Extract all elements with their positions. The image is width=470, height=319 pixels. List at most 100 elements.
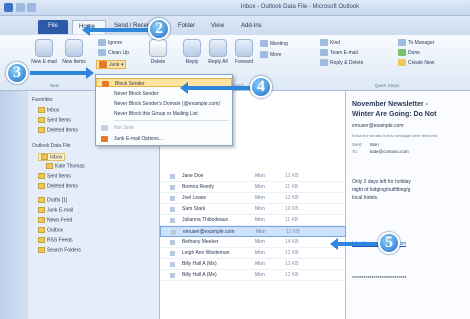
quickstep-done[interactable]: Done bbox=[398, 49, 420, 56]
menu-junk-options[interactable]: Junk E-mail Options... bbox=[96, 134, 232, 143]
folder-label: RSS Feeds bbox=[47, 237, 73, 244]
menu-item-label: Never Block Sender's Domain (@example.co… bbox=[114, 101, 221, 107]
message-size: 11 KB bbox=[285, 217, 299, 223]
junk-button[interactable]: Junk ▾ bbox=[96, 60, 127, 69]
new-items-icon bbox=[65, 39, 83, 57]
callout-arrowhead-5 bbox=[330, 238, 338, 250]
outlook-logo-icon bbox=[4, 3, 13, 12]
tab-file[interactable]: File bbox=[38, 20, 68, 34]
envelope-icon bbox=[170, 273, 175, 278]
favorite-deleted-items[interactable]: Deleted Items bbox=[38, 127, 78, 133]
folder-deleted-items[interactable]: Deleted Items bbox=[38, 183, 78, 189]
folder-label: News Feed bbox=[47, 217, 73, 224]
menu-item-label: Never Block this Group or Mailing List bbox=[114, 111, 198, 117]
message-row-selected[interactable]: emuser@example.com Mon 12 KB bbox=[160, 226, 346, 237]
folder-icon bbox=[46, 163, 53, 169]
folder-news-feed[interactable]: News Feed bbox=[38, 217, 72, 223]
folder-icon bbox=[38, 227, 45, 233]
message-row[interactable]: Jane Doe Mon 12 KB bbox=[160, 171, 346, 182]
quickstep-team-email[interactable]: Team E-mail bbox=[320, 49, 358, 56]
delete-button[interactable]: Delete bbox=[145, 39, 171, 65]
folder-label: Kate Thomas bbox=[55, 163, 85, 170]
folder-icon bbox=[38, 183, 45, 189]
folder-sent-items[interactable]: Sent Items bbox=[38, 173, 71, 179]
message-size: 13 KB bbox=[285, 195, 299, 201]
message-row[interactable]: Joel Lease Mon 13 KB bbox=[160, 193, 346, 204]
message-from: Leigh Ann Wiedeman bbox=[182, 250, 230, 256]
group-label-quick-steps: Quick Steps bbox=[375, 83, 400, 88]
folder-label: Inbox bbox=[47, 107, 60, 114]
data-file-header[interactable]: Outlook Data File bbox=[32, 143, 71, 149]
favorite-sent-items[interactable]: Sent Items bbox=[38, 117, 71, 123]
tab-folder[interactable]: Folder bbox=[172, 20, 201, 34]
forward-button[interactable]: Forward bbox=[232, 39, 256, 65]
message-row[interactable]: Billy Hall A (Mx) Mon 12 KB bbox=[160, 270, 346, 281]
envelope-icon bbox=[171, 230, 176, 235]
message-row[interactable]: Leigh Ann Wiedeman Mon 12 KB bbox=[160, 248, 346, 259]
create-new-icon bbox=[398, 59, 406, 66]
quickstep-kind[interactable]: Kind bbox=[320, 39, 340, 46]
more-button[interactable]: More bbox=[260, 51, 281, 58]
to-label: To: bbox=[352, 149, 359, 154]
more-label: More bbox=[270, 51, 282, 58]
message-row[interactable]: Brenna Reedy Mon 11 KB bbox=[160, 182, 346, 193]
new-email-button[interactable]: New E-mail bbox=[30, 39, 58, 65]
forward-icon bbox=[235, 39, 253, 57]
message-row[interactable]: Sam Stark Mon 12 KB bbox=[160, 204, 346, 215]
menu-never-block-sender[interactable]: Never Block Sender bbox=[96, 89, 232, 98]
menu-never-block-group[interactable]: Never Block this Group or Mailing List bbox=[96, 109, 232, 118]
navigation-strip bbox=[0, 91, 28, 319]
favorite-inbox[interactable]: Inbox bbox=[38, 107, 59, 113]
message-date: Mon bbox=[256, 229, 266, 235]
message-row[interactable]: Bethany Meeker Mon 14 KB bbox=[160, 237, 346, 248]
body-line-3: local hotels. bbox=[352, 195, 379, 201]
tab-view[interactable]: View bbox=[205, 20, 230, 34]
reading-pane: November Newsletter - Winter Are Going: … bbox=[346, 91, 470, 319]
folder-kate-thomas[interactable]: Kate Thomas bbox=[46, 163, 85, 169]
new-email-label: New E-mail bbox=[31, 59, 57, 65]
team-email-label: Team E-mail bbox=[330, 49, 358, 56]
reply-all-button[interactable]: Reply All bbox=[206, 39, 230, 65]
message-row[interactable]: Billy Hall A (Mx) Mon 13 KB bbox=[160, 259, 346, 270]
folder-rss-feeds[interactable]: RSS Feeds bbox=[38, 237, 73, 243]
menu-not-junk[interactable]: Not Junk bbox=[96, 123, 232, 132]
folder-label: Search Folders bbox=[47, 247, 81, 254]
delete-label: Delete bbox=[150, 59, 166, 65]
message-date: Mon bbox=[255, 239, 265, 245]
message-row[interactable]: Julianna Thibodeaux Mon 11 KB bbox=[160, 215, 346, 226]
new-items-button[interactable]: New Items bbox=[60, 39, 88, 65]
message-size: 12 KB bbox=[285, 250, 299, 256]
message-from: Billy Hall A (Mx) bbox=[182, 261, 217, 267]
reply-button[interactable]: Reply bbox=[180, 39, 204, 65]
clean-up-button[interactable]: Clean Up bbox=[98, 49, 129, 56]
done-label: Done bbox=[408, 49, 420, 56]
folder-junk-email[interactable]: Junk E-mail bbox=[38, 207, 73, 213]
reply-icon bbox=[183, 39, 201, 57]
quickstep-reply-delete[interactable]: Reply & Delete bbox=[320, 59, 363, 66]
folder-search-folders[interactable]: Search Folders bbox=[38, 247, 81, 253]
menu-never-block-domain[interactable]: Never Block Sender's Domain (@example.co… bbox=[96, 99, 232, 108]
message-sender: emuser@example.com bbox=[352, 123, 404, 129]
tab-add-ins[interactable]: Add-Ins bbox=[235, 20, 268, 34]
reply-all-icon bbox=[209, 39, 227, 57]
undo-icon[interactable] bbox=[27, 3, 36, 12]
folder-label: Outbox bbox=[47, 227, 64, 234]
quickstep-create-new[interactable]: Create New bbox=[398, 59, 434, 66]
folder-inbox[interactable]: Inbox bbox=[38, 153, 66, 162]
meeting-button[interactable]: Meeting bbox=[260, 40, 288, 47]
favorites-header[interactable]: Favorites bbox=[32, 97, 53, 103]
message-size: 12 KB bbox=[285, 173, 299, 179]
folder-label: Deleted Items bbox=[47, 183, 78, 190]
quickstep-to-manager[interactable]: To Manager bbox=[398, 39, 434, 46]
folder-drafts[interactable]: Drafts [1] bbox=[38, 197, 67, 203]
ignore-button[interactable]: Ignore bbox=[98, 39, 122, 46]
folder-outbox[interactable]: Outbox bbox=[38, 227, 63, 233]
folder-label: Sent Items bbox=[47, 173, 71, 180]
folder-icon bbox=[38, 173, 45, 179]
envelope-icon bbox=[170, 218, 175, 223]
callout-arrowhead-4 bbox=[180, 82, 188, 94]
send-receive-icon[interactable] bbox=[16, 3, 25, 12]
callout-badge-2: 2 bbox=[148, 18, 170, 40]
message-date: Mon bbox=[255, 250, 265, 256]
ribbon: New E-mail New Items Ignore Clean Up Jun… bbox=[0, 35, 470, 91]
